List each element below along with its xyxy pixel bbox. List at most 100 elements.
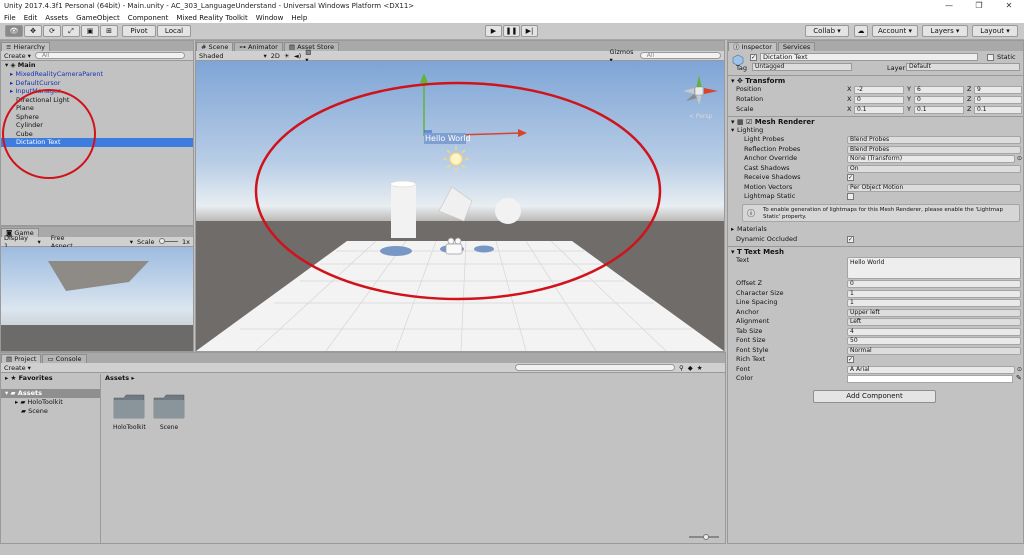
move-tool-button[interactable]: ✥ xyxy=(24,25,42,37)
scene-search-input[interactable]: All xyxy=(639,52,721,59)
rotation-z-field[interactable]: 0 xyxy=(974,96,1022,104)
character-size-field[interactable]: 1 xyxy=(847,289,1021,298)
tab-console[interactable]: ▭ Console xyxy=(42,354,87,363)
position-y-field[interactable]: 6 xyxy=(914,86,964,94)
text-area[interactable]: Hello World xyxy=(847,257,1021,279)
rich-text-checkbox[interactable]: ✓ xyxy=(847,356,854,363)
filter-label-icon[interactable]: ◆ xyxy=(688,364,693,372)
add-component-button[interactable]: Add Component xyxy=(813,390,936,403)
dynamic-occluded-checkbox[interactable]: ✓ xyxy=(847,235,854,243)
eyedropper-icon[interactable]: ✎ xyxy=(1016,374,1022,384)
transform-header[interactable]: ▾ ✥ Transform xyxy=(728,75,1024,85)
menu-file[interactable]: File xyxy=(4,14,16,22)
menu-window[interactable]: Window xyxy=(256,14,284,22)
persp-label[interactable]: < Persp xyxy=(689,113,713,120)
tab-hierarchy[interactable]: ≡ Hierarchy xyxy=(1,42,50,51)
assets-root-row[interactable]: ▾ ▰ Assets xyxy=(1,389,100,398)
color-swatch[interactable] xyxy=(847,375,1013,383)
menu-edit[interactable]: Edit xyxy=(24,14,38,22)
materials-foldout[interactable]: ▸ Materials xyxy=(728,225,1024,235)
close-button[interactable]: ✕ xyxy=(994,0,1024,12)
font-size-field[interactable]: 50 xyxy=(847,337,1021,345)
layout-dropdown[interactable]: Layout ▾ xyxy=(972,25,1018,37)
rotation-y-field[interactable]: 0 xyxy=(914,96,964,104)
folder-row[interactable]: ▸ ▰ HoloToolkit xyxy=(1,398,100,407)
hierarchy-item[interactable]: ▸ DefaultCursor xyxy=(1,79,193,88)
scale-slider[interactable] xyxy=(158,238,179,244)
object-picker-icon[interactable]: ⊙ xyxy=(1017,154,1022,164)
font-style-dropdown[interactable]: Normal xyxy=(847,346,1021,355)
filter-type-icon[interactable]: ⚲ xyxy=(679,364,684,372)
object-picker-icon[interactable]: ⊙ xyxy=(1017,365,1022,375)
line-spacing-field[interactable]: 1 xyxy=(847,299,1021,307)
tab-size-field[interactable]: 4 xyxy=(847,327,1021,336)
lightmap-static-checkbox[interactable] xyxy=(847,193,854,200)
tab-inspector[interactable]: ⓘ Inspector xyxy=(728,42,777,51)
active-checkbox[interactable]: ✓ xyxy=(750,54,757,61)
anchor-dropdown[interactable]: Upper left xyxy=(847,308,1021,317)
favorites-row[interactable]: ▸ ★ Favorites xyxy=(1,374,100,383)
cloud-button[interactable]: ☁ xyxy=(854,25,868,37)
hierarchy-search-input[interactable]: All xyxy=(34,52,185,59)
text-mesh-header[interactable]: ▾ T Text Mesh xyxy=(728,246,1024,256)
step-button[interactable]: ▶| xyxy=(521,25,538,37)
play-button[interactable]: ▶ xyxy=(485,25,502,37)
reflection-probes-dropdown[interactable]: Blend Probes xyxy=(847,145,1021,154)
mesh-renderer-header[interactable]: ▾ ▦ ☑ Mesh Renderer xyxy=(728,116,1024,126)
position-z-field[interactable]: 9 xyxy=(974,86,1022,94)
project-create-button[interactable]: Create ▾ xyxy=(4,364,31,372)
motion-vectors-dropdown[interactable]: Per Object Motion xyxy=(847,183,1021,192)
tab-animator[interactable]: ⊶ Animator xyxy=(234,42,283,51)
rotate-tool-button[interactable]: ⟳ xyxy=(43,25,61,37)
audio-toggle-icon[interactable]: ◄) xyxy=(294,52,302,60)
hierarchy-item[interactable]: ▸ MixedRealityCameraParent xyxy=(1,70,193,79)
offset-z-field[interactable]: 0 xyxy=(847,280,1021,288)
favorite-star-icon[interactable]: ★ xyxy=(697,364,703,372)
slider-thumb[interactable] xyxy=(158,238,165,244)
scale-x-field[interactable]: 0.1 xyxy=(854,106,904,114)
layers-dropdown[interactable]: Layers ▾ xyxy=(922,25,968,37)
cast-shadows-dropdown[interactable]: On xyxy=(847,164,1021,173)
mesh-renderer-enabled-checkbox[interactable]: ☑ xyxy=(746,118,752,126)
pivot-toggle[interactable]: Pivot xyxy=(122,25,156,37)
tab-scene[interactable]: # Scene xyxy=(196,42,234,51)
light-probes-dropdown[interactable]: Blend Probes xyxy=(847,136,1021,144)
pause-button[interactable]: ❚❚ xyxy=(503,25,520,37)
receive-shadows-checkbox[interactable]: ✓ xyxy=(847,174,854,181)
maximize-button[interactable]: ❐ xyxy=(964,0,994,12)
scale-tool-button[interactable]: ⤢ xyxy=(62,25,80,37)
scale-z-field[interactable]: 0.1 xyxy=(974,106,1022,114)
object-name-field[interactable]: Dictation Text xyxy=(760,53,978,61)
rect-tool-button[interactable]: ▣ xyxy=(81,25,99,37)
asset-tile[interactable]: HoloToolkit xyxy=(113,393,146,431)
local-toggle[interactable]: Local xyxy=(157,25,191,37)
asset-tile[interactable]: Scene xyxy=(153,393,185,431)
alignment-dropdown[interactable]: Left xyxy=(847,318,1021,326)
scale-y-field[interactable]: 0.1 xyxy=(914,106,964,114)
menu-help[interactable]: Help xyxy=(291,14,307,22)
lighting-toggle-icon[interactable]: ☀ xyxy=(284,52,290,60)
shading-mode-dropdown[interactable]: Shaded xyxy=(199,52,223,60)
tag-dropdown[interactable]: Untagged xyxy=(752,63,852,71)
menu-mixed-reality-toolkit[interactable]: Mixed Reality Toolkit xyxy=(176,14,247,22)
position-x-field[interactable]: -2 xyxy=(854,86,904,94)
scene-root-row[interactable]: ▾ ◈ Main xyxy=(1,61,193,70)
anchor-override-field[interactable]: None (Transform) xyxy=(847,155,1015,163)
toggle-2d-button[interactable]: 2D xyxy=(271,52,280,60)
collab-button[interactable]: Collab ▾ xyxy=(805,25,849,37)
project-breadcrumb[interactable]: Assets ▸ xyxy=(105,374,135,382)
tab-services[interactable]: Services xyxy=(777,42,816,51)
tab-project[interactable]: ▤ Project xyxy=(1,354,42,363)
account-dropdown[interactable]: Account ▾ xyxy=(872,25,918,37)
minimize-button[interactable]: — xyxy=(934,0,964,12)
slider-thumb[interactable] xyxy=(703,534,709,540)
project-search-input[interactable] xyxy=(514,364,675,371)
font-field[interactable]: A Arial xyxy=(847,365,1015,374)
icon-size-slider[interactable] xyxy=(689,534,719,540)
hierarchy-create-button[interactable]: Create ▾ xyxy=(4,52,31,60)
folder-row[interactable]: ▰ Scene xyxy=(1,407,100,416)
rotation-x-field[interactable]: 0 xyxy=(854,96,904,104)
menu-component[interactable]: Component xyxy=(128,14,169,22)
menu-gameobject[interactable]: GameObject xyxy=(76,14,120,22)
layer-dropdown[interactable]: Default xyxy=(906,63,1020,71)
